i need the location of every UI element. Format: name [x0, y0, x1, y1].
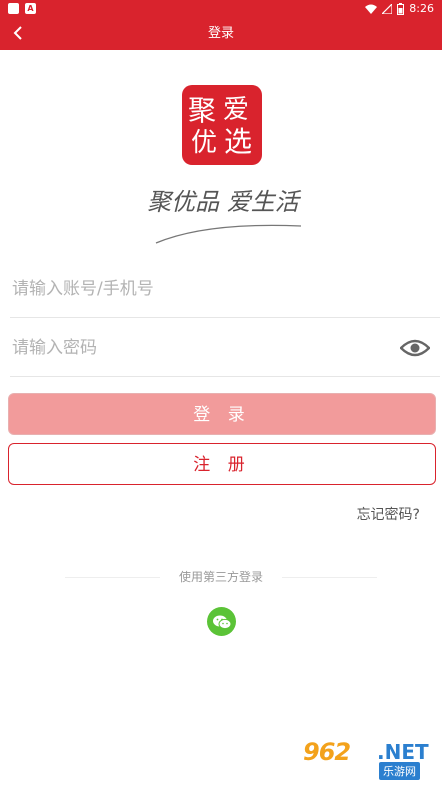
site-watermark: 962 .NET 乐游网: [303, 738, 437, 780]
divider-line-right: [282, 577, 377, 578]
login-button[interactable]: 登 录: [8, 393, 436, 435]
notification-app-icon: [8, 3, 19, 14]
page-title: 登录: [207, 26, 234, 41]
account-input[interactable]: [10, 261, 370, 316]
signal-icon: [382, 3, 393, 14]
password-field: [10, 320, 440, 377]
wifi-icon: [365, 4, 378, 14]
toggle-password-visibility-button[interactable]: [400, 337, 430, 359]
password-input[interactable]: [10, 320, 370, 375]
third-party-divider: 使用第三方登录: [65, 567, 377, 587]
slogan-text: 聚优品 爱生活: [147, 188, 302, 216]
slogan-swoosh: [155, 224, 302, 244]
notification-a-icon: A: [25, 3, 36, 14]
watermark-number: 962: [303, 738, 351, 766]
logo-char-2: 爱: [223, 95, 249, 125]
battery-icon: [397, 2, 405, 15]
slogan: 聚优品 爱生活: [136, 182, 311, 252]
status-indicators: 8:26: [365, 2, 434, 15]
logo-char-1: 聚: [188, 94, 216, 127]
eye-icon: [400, 339, 430, 357]
wechat-icon: [212, 615, 231, 629]
app-logo: 聚 爱 优 选: [182, 85, 262, 165]
logo-char-3: 优: [191, 128, 217, 158]
forgot-password-link[interactable]: 忘记密码?: [357, 504, 420, 524]
status-bar: A 8:26: [0, 0, 442, 17]
logo-char-4: 选: [224, 125, 252, 158]
watermark-net: .NET: [377, 740, 429, 764]
notification-icons: A: [8, 3, 36, 14]
wechat-login-button[interactable]: [207, 607, 236, 636]
status-time: 8:26: [409, 2, 434, 15]
nav-bar: 登录: [0, 17, 442, 50]
register-button[interactable]: 注 册: [8, 443, 436, 485]
account-field: [10, 261, 440, 318]
watermark-sub: 乐游网: [379, 762, 420, 780]
